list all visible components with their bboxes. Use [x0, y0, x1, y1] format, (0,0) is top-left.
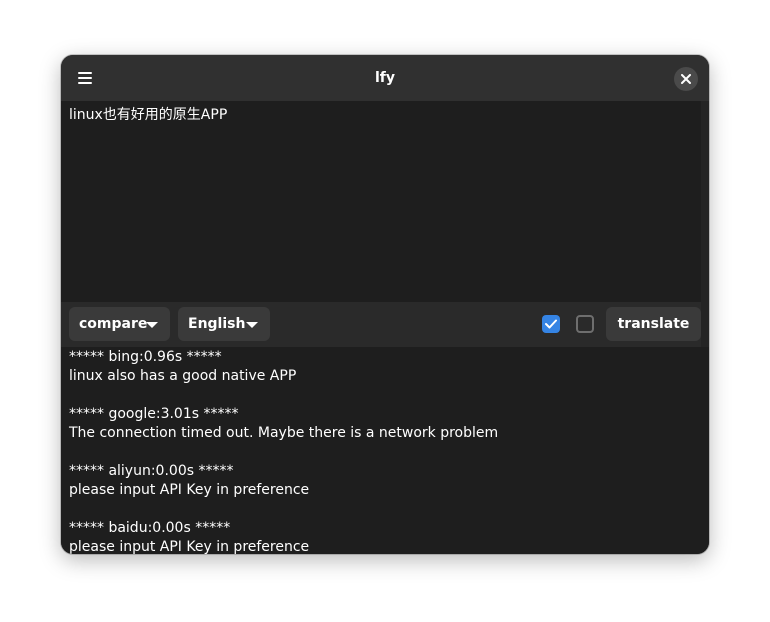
source-text-area[interactable]: linux也有好用的原生APP	[61, 101, 701, 302]
result-item: ***** baidu:0.00s ***** please input API…	[69, 519, 498, 554]
translation-toolbar: compare English translate	[61, 302, 701, 347]
scrollbar-track	[701, 101, 709, 347]
option-checkbox-checked[interactable]	[542, 315, 560, 333]
result-header: ***** aliyun:0.00s *****	[69, 463, 234, 479]
result-item: ***** aliyun:0.00s ***** please input AP…	[69, 462, 498, 500]
option-checkbox-unchecked[interactable]	[576, 315, 594, 333]
result-text: linux also has a good native APP	[69, 368, 297, 384]
app-window: lfy linux也有好用的原生APP compare English tran…	[61, 55, 709, 554]
result-text: please input API Key in preference	[69, 539, 310, 554]
triangle-down-icon	[146, 322, 158, 328]
result-item: ***** bing:0.96s ***** linux also has a …	[69, 348, 498, 386]
results-list: ***** bing:0.96s ***** linux also has a …	[69, 348, 498, 554]
triangle-down-icon	[246, 322, 258, 328]
source-text: linux也有好用的原生APP	[69, 107, 228, 123]
result-header: ***** bing:0.96s *****	[69, 349, 222, 365]
results-area[interactable]: ***** bing:0.96s ***** linux also has a …	[61, 347, 709, 554]
language-dropdown[interactable]: English	[178, 307, 270, 341]
language-dropdown-label: English	[188, 316, 246, 332]
close-button[interactable]	[674, 67, 698, 91]
result-text: please input API Key in preference	[69, 482, 310, 498]
header-bar: lfy	[61, 55, 709, 101]
result-text: The connection timed out. Maybe there is…	[69, 425, 499, 441]
hamburger-menu-icon	[78, 72, 92, 74]
window-title: lfy	[374, 70, 395, 86]
main-menu-button[interactable]	[70, 63, 100, 93]
translate-button[interactable]: translate	[606, 307, 701, 341]
mode-dropdown-label: compare	[79, 316, 148, 332]
checkmark-icon	[545, 319, 557, 329]
result-item: ***** google:3.01s ***** The connection …	[69, 405, 498, 443]
result-header: ***** baidu:0.00s *****	[69, 520, 231, 536]
close-icon	[681, 74, 691, 84]
mode-dropdown[interactable]: compare	[69, 307, 170, 341]
result-header: ***** google:3.01s *****	[69, 406, 239, 422]
